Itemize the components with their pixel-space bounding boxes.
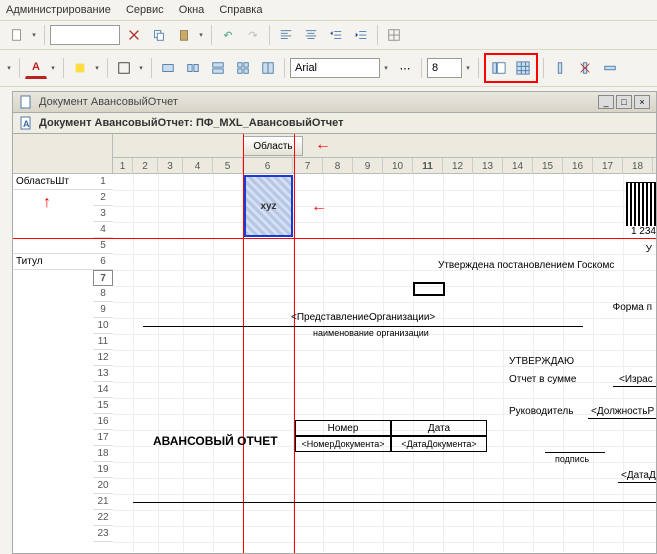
maximize-button[interactable]: □ [616,95,632,109]
forma-text: Форма п [613,302,652,313]
merge3-icon[interactable] [207,57,229,79]
size-select[interactable]: 8 [427,58,462,78]
utv-text: УТВЕРЖДАЮ [509,356,574,367]
merge4-icon[interactable] [232,57,254,79]
red-vline-2 [294,134,295,553]
area-labels-col: ОбластьШт Титул [13,174,93,270]
new-icon[interactable] [6,24,28,46]
names-toggle-icon[interactable] [488,57,510,79]
ruk-text: Руководитель [509,406,573,417]
size-dd[interactable]: ▾ [463,57,473,79]
izras-text: <Израс [619,374,653,385]
outdent-icon[interactable] [325,24,347,46]
paste-dd[interactable]: ▾ [196,24,206,46]
border-dd[interactable]: ▾ [136,57,146,79]
font-color-dd[interactable]: ▾ [48,57,58,79]
barcode-num: 1 234 [631,226,656,237]
spreadsheet[interactable]: Область ← 1 2 3 4 5 6 7 8 9 10 11 12 13 … [12,134,657,554]
arrow-1: ← [315,136,331,154]
cut-icon[interactable] [123,24,145,46]
dolzh-text: <ДолжностьР [591,406,654,417]
sum-text: Отчет в сумме [509,374,576,385]
merge1-icon[interactable] [157,57,179,79]
menu-service[interactable]: Сервис [126,4,164,16]
column-headers: 1 2 3 4 5 6 7 8 9 10 11 12 13 14 15 16 1… [113,158,656,174]
org-caption: наименование организации [313,328,429,338]
font-opt-icon[interactable]: ⋯ [394,57,416,79]
highlighted-buttons [484,53,538,83]
data-hdr: Дата [391,420,487,436]
doc-title: Документ АвансовыйОтчет: ПФ_MXL_Авансовы… [39,117,344,129]
font-dd[interactable]: ▾ [381,57,391,79]
barcode [626,182,656,226]
row-numbers: 1 2 3 4 5 6 7 8 9 10 11 12 13 14 15 16 1… [93,174,113,542]
bg-color-icon[interactable] [69,57,91,79]
bg-dd[interactable]: ▾ [92,57,102,79]
nomer-hdr: Номер [295,420,391,436]
copy-icon[interactable] [148,24,170,46]
merge2-icon[interactable] [182,57,204,79]
avans-title: АВАНСОВЫЙ ОТЧЕТ [153,434,278,448]
minimize-button[interactable]: _ [598,95,614,109]
font-color-icon[interactable]: A [25,57,47,79]
window-titlebar[interactable]: Документ АвансовыйОтчет _ □ × [12,91,657,113]
org-placeholder: <ПредставлениеОрганизации> [291,312,435,323]
border-icon[interactable] [113,57,135,79]
paste-icon[interactable] [173,24,195,46]
del-col-icon[interactable] [574,57,596,79]
form-box-1 [413,282,445,296]
nomer-val: <НомерДокумента> [295,436,391,452]
font-select[interactable]: Arial [290,58,380,78]
xyz-cell[interactable]: xyz [244,175,293,237]
u-letter: У [646,244,652,255]
menu-help[interactable]: Справка [219,4,262,16]
menu-windows[interactable]: Окна [179,4,205,16]
menu-admin[interactable]: Администрирование [6,4,111,16]
svg-text:A: A [23,119,30,129]
doc-icon-2: A [19,116,33,130]
align-left-icon[interactable] [275,24,297,46]
org-line [143,326,583,327]
undo-icon[interactable]: ↶ [217,24,239,46]
arrow-2: ← [311,198,327,216]
ins-col-icon[interactable] [549,57,571,79]
arrow-up: ↑ [43,194,51,212]
data-val: <ДатаДокумента> [391,436,487,452]
datad-text: <ДатаД [621,470,656,481]
window-title: Документ АвансовыйОтчет [39,96,178,108]
align-ctr-icon[interactable] [300,24,322,46]
red-hline [13,238,656,239]
indent-icon[interactable] [350,24,372,46]
approved-text: Утверждена постановлением Госкомс [438,260,614,271]
doc-icon [19,95,33,109]
close-button[interactable]: × [634,95,650,109]
grid-icon[interactable] [383,24,405,46]
redo-icon[interactable]: ↷ [242,24,264,46]
merge5-icon[interactable] [257,57,279,79]
grid-toggle-icon[interactable] [512,57,534,79]
new-dd[interactable]: ▾ [29,24,39,46]
ins-row-icon[interactable] [599,57,621,79]
search-input[interactable] [50,25,120,45]
style-dd[interactable]: ▾ [4,57,14,79]
podpis-text: подпись [555,454,589,464]
